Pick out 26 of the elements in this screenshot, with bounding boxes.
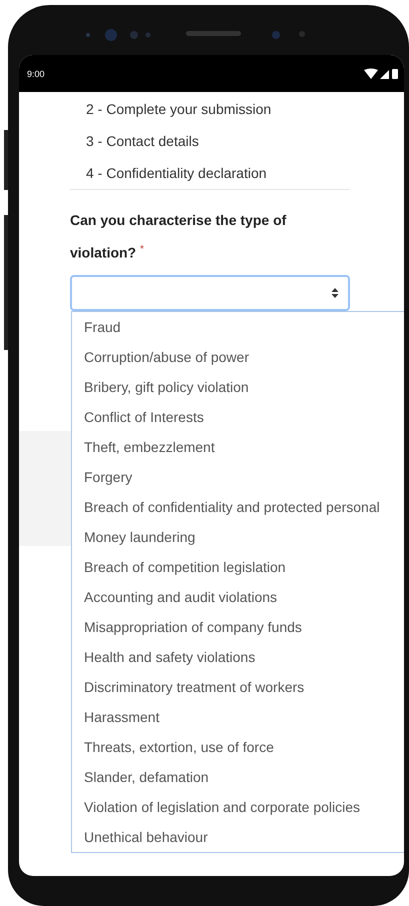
type-select[interactable] (70, 274, 350, 311)
option-item[interactable]: Theft, embezzlement (72, 432, 404, 462)
option-item[interactable]: Violation of legislation and corporate policies (72, 792, 404, 822)
option-item[interactable]: Breach of competition legislation (72, 552, 404, 582)
option-item[interactable]: Corruption/abuse of power (72, 342, 404, 372)
step-item: 2 - Complete your submission (86, 100, 272, 119)
option-item[interactable]: Slander, defamation (72, 762, 404, 792)
question-label: Can you characterise the type of violation? $^{*}$ (70, 211, 288, 263)
option-item[interactable]: Accounting and audit violations (72, 582, 404, 612)
step-item: 4 - Confidentiality declaration (86, 164, 268, 183)
option-item[interactable]: Discriminatory treatment of workers (72, 672, 404, 702)
option-item[interactable]: Health and safety violations (72, 642, 404, 672)
status-time: 9:00 (27, 68, 45, 78)
option-item[interactable]: Threats, extortion, use of force (72, 732, 404, 762)
option-item[interactable]: Harassment (72, 702, 404, 732)
option-item[interactable]: Breach of confidentiality and protected personal (72, 492, 404, 522)
status-icons-drawing (364, 68, 398, 80)
option-item[interactable]: Bribery, gift policy violation (72, 372, 404, 402)
option-item[interactable]: Fraud (72, 312, 404, 342)
step-item: 3 - Contact details (86, 132, 200, 151)
option-item[interactable]: Misappropriation of company funds (72, 612, 404, 642)
sort-arrows-icon (331, 286, 339, 299)
option-item[interactable]: Unethical behaviour (72, 822, 404, 852)
option-item[interactable]: Conflict of Interests (72, 402, 404, 432)
option-item[interactable]: Forgery (72, 462, 404, 492)
option-item[interactable]: Money laundering (72, 522, 404, 552)
